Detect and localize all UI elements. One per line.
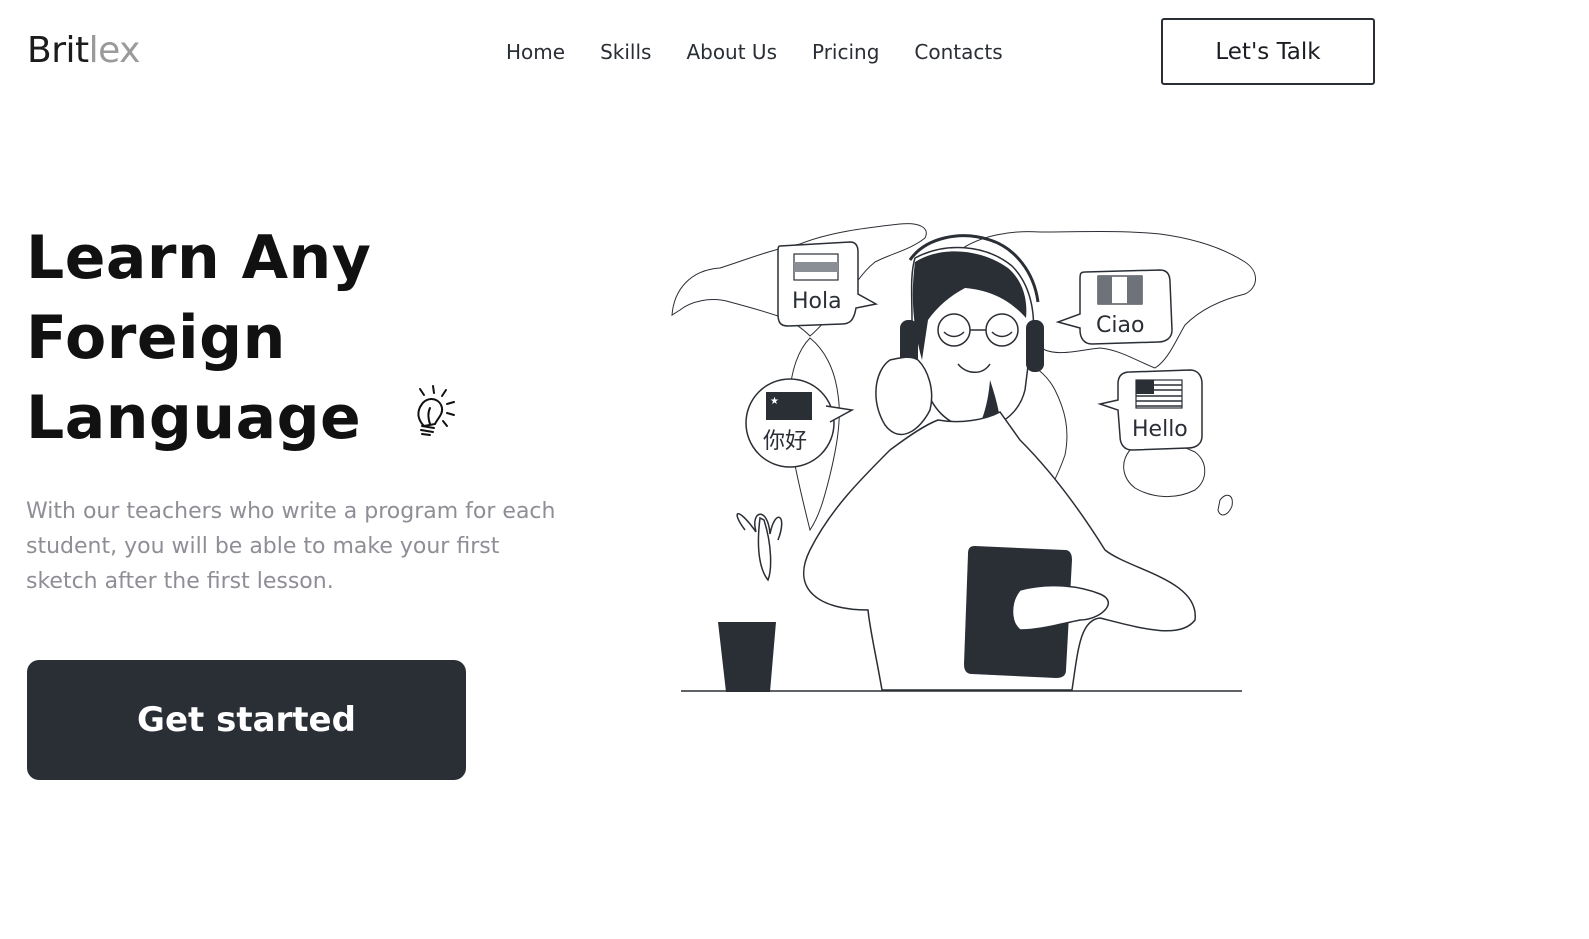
- bubble-hola-label: Hola: [792, 289, 842, 314]
- lightbulb-icon: [417, 385, 455, 436]
- bubble-nihao-label: 你好: [763, 429, 807, 454]
- nav-skills[interactable]: Skills: [600, 40, 651, 64]
- hero-title-line-3: Language: [26, 383, 362, 453]
- bubble-hola: Hola: [777, 241, 879, 327]
- plant: [718, 513, 783, 692]
- bubble-hello-label: Hello: [1132, 417, 1188, 442]
- main-nav: Home Skills About Us Pricing Contacts: [506, 40, 1003, 64]
- hero-illustration: Hola Ciao ★ 你好 Hello: [671, 223, 1256, 692]
- svg-text:★: ★: [770, 396, 779, 407]
- bubble-hello: Hello: [1097, 369, 1203, 451]
- nav-pricing[interactable]: Pricing: [812, 40, 879, 64]
- bubble-ciao-label: Ciao: [1096, 313, 1144, 338]
- get-started-button[interactable]: Get started: [27, 660, 466, 780]
- hero-title-line-1: Learn Any: [26, 223, 372, 293]
- nav-home[interactable]: Home: [506, 40, 565, 64]
- logo-part-dark: Brit: [27, 30, 89, 71]
- brand-logo[interactable]: Britlex: [27, 31, 140, 71]
- logo-part-light: lex: [88, 30, 141, 71]
- lets-talk-button[interactable]: Let's Talk: [1161, 18, 1375, 85]
- bubble-nihao: ★ 你好: [745, 378, 855, 468]
- hero-description: With our teachers who write a program fo…: [26, 499, 556, 594]
- nav-about-us[interactable]: About Us: [686, 40, 777, 64]
- bubble-ciao: Ciao: [1055, 269, 1173, 345]
- hero-title-line-2: Foreign: [26, 303, 286, 373]
- hero-title: Learn Any Foreign Language: [26, 218, 371, 458]
- nav-contacts[interactable]: Contacts: [914, 40, 1002, 64]
